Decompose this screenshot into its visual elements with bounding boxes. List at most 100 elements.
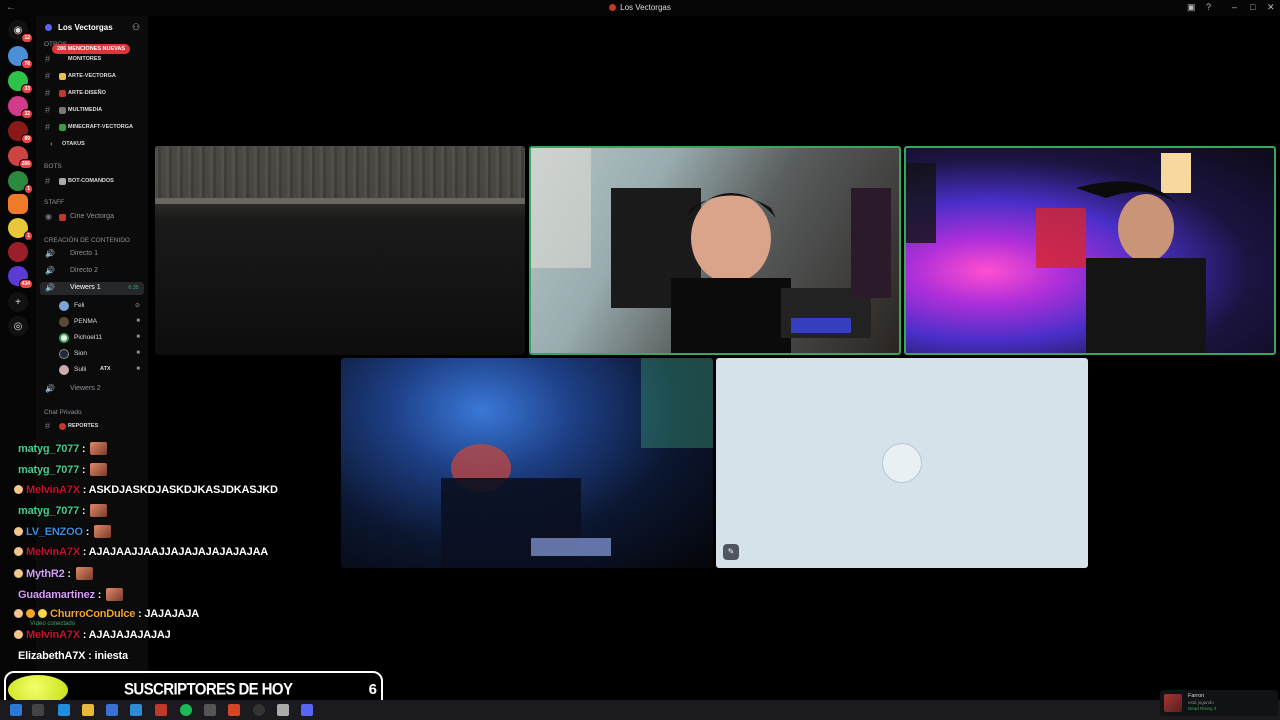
text-channel-icon: # [45, 54, 51, 64]
server-icon[interactable]: 1 [8, 218, 33, 241]
close-icon[interactable]: ✕ [1267, 2, 1275, 13]
store-icon[interactable] [130, 704, 142, 716]
chat-message: MelvinA7X : ASKDJASKDJASKDJKASJDKASJKD [14, 484, 278, 500]
emoji-icon [59, 90, 66, 97]
chat-message: MelvinA7X : AJAJAAJJAAJJAJAJAJAJAJAJAA [14, 546, 268, 562]
video-tile-speaking[interactable] [904, 146, 1276, 355]
voice-user[interactable]: Sulli ATX ■ [56, 363, 144, 377]
badge-icon [14, 485, 23, 494]
add-server-icon[interactable]: + [8, 292, 28, 312]
server-icon[interactable]: 286 [8, 146, 33, 169]
channel-reportes[interactable]: # REPORTES [36, 420, 146, 433]
server-icon[interactable]: 434 [8, 266, 33, 289]
channel-cine-vectorga[interactable]: ◉ Cine Vectorga [36, 211, 146, 224]
chat-message: LV_ENZOO : [14, 525, 112, 541]
chat-text: ASKDJASKDJASKDJKASJDKASJKD [88, 484, 278, 496]
activity-game: Dead Rising 3 [1188, 706, 1217, 711]
unread-badge: 1 [24, 231, 33, 241]
server-icon[interactable]: 78 [8, 46, 33, 69]
speaker-icon: 🔊 [45, 266, 55, 275]
text-channel-icon: # [45, 88, 51, 98]
unread-badge: 78 [21, 59, 33, 69]
activity-user: Farron [1188, 693, 1205, 699]
obs-icon[interactable] [253, 704, 265, 716]
unread-badge: 1 [24, 184, 33, 194]
speaker-icon: 🔊 [45, 384, 55, 393]
channel-bot-comandos[interactable]: # BOT-COMANDOS [36, 175, 146, 188]
server-header[interactable]: Los Vectorgas ⚇ [36, 16, 148, 40]
forum-icon: ◐ [50, 141, 55, 148]
server-icon [45, 24, 52, 31]
server-icon[interactable]: 32 [8, 96, 33, 119]
chat-message: matyg_7077 : [18, 442, 108, 458]
app-icon[interactable] [106, 704, 118, 716]
emoji-icon [59, 124, 66, 131]
category-bots[interactable]: BOTS [44, 163, 62, 170]
server-icon[interactable] [8, 242, 28, 262]
search-icon[interactable] [32, 704, 44, 716]
video-tile[interactable] [155, 146, 525, 355]
discord-icon[interactable] [301, 704, 313, 716]
chat-message: matyg_7077 : [18, 463, 108, 479]
category-chat-privado[interactable]: Chat Privado [44, 409, 82, 416]
video-icon: ■ [136, 366, 140, 372]
video-tile-speaking[interactable] [529, 146, 901, 355]
channel-arte-vectorga[interactable]: # ARTE-VECTORGA [36, 70, 146, 83]
channel-minecraft[interactable]: # MINECRAFT-VECTORGA [36, 121, 146, 134]
voice-user[interactable]: Sion ■ [56, 347, 144, 361]
voice-channel-directo-2[interactable]: 🔊 Directo 2 [36, 265, 146, 278]
voice-channel-viewers-1[interactable]: 🔊 Viewers 1 6:35 [40, 282, 144, 295]
category-staff[interactable]: STAFF [44, 199, 64, 206]
emote-icon [90, 442, 108, 455]
stage-icon: ◉ [45, 212, 52, 221]
direct-messages-icon[interactable]: ◉ 12 [8, 20, 33, 43]
voice-user[interactable]: Feli ⊘ [56, 299, 144, 313]
voice-channel-directo-1[interactable]: 🔊 Directo 1 [36, 248, 146, 261]
channel-arte-diseno[interactable]: # ARTE-DISEÑO [36, 87, 146, 100]
server-icon[interactable] [8, 194, 28, 214]
voice-user[interactable]: PENMA ■ [56, 315, 144, 329]
title-bar: ← Los Vectorgas ▣ ? – □ ✕ [0, 0, 1280, 16]
explore-icon[interactable]: ◎ [8, 316, 28, 336]
emoji-icon [59, 73, 66, 80]
activity-card[interactable]: Farron está jugando Dead Rising 3 [1160, 690, 1278, 716]
chat-text: JAJAJAJA [144, 608, 200, 620]
chat-username: ElizabethA7X [18, 650, 86, 662]
app-icon[interactable] [155, 704, 167, 716]
chat-text: AJAJAAJJAAJJAJAJAJAJAJAJAA [88, 546, 269, 558]
channel-otakus[interactable]: ◐ OTAKUS [36, 138, 146, 151]
avatar [59, 301, 69, 311]
video-tile-camera-off[interactable]: ✎ [716, 358, 1088, 568]
channel-monitores[interactable]: # MONITORES [36, 53, 146, 66]
start-icon[interactable] [10, 704, 22, 716]
maximize-icon[interactable]: □ [1250, 2, 1255, 12]
app-icon[interactable] [277, 704, 289, 716]
voice-user[interactable]: Pichoel11 ■ [56, 331, 144, 345]
inbox-icon[interactable]: ▣ [1187, 2, 1196, 13]
chat-message: MelvinA7X : AJAJAJAJAJAJ [14, 629, 171, 645]
app-icon[interactable] [204, 704, 216, 716]
taskbar [0, 700, 1280, 720]
category-creacion[interactable]: CREACIÓN DE CONTENIDO [44, 237, 130, 244]
video-tile[interactable] [341, 358, 713, 568]
server-icon [609, 4, 617, 11]
invite-people-icon[interactable]: ⚇ [132, 22, 140, 33]
app-icon[interactable] [228, 704, 240, 716]
chat-username: matyg_7077 [18, 443, 79, 455]
badge-icon [14, 569, 23, 578]
folder-icon[interactable] [82, 704, 94, 716]
minimize-icon[interactable]: – [1232, 2, 1237, 12]
server-icon[interactable]: 33 [8, 71, 33, 94]
help-icon[interactable]: ? [1206, 2, 1211, 12]
spotify-icon[interactable] [180, 704, 192, 716]
subscribers-count: 6 [368, 681, 377, 698]
chat-username: matyg_7077 [18, 505, 79, 517]
mic-muted-icon: ✎ [723, 544, 739, 560]
edge-icon[interactable] [58, 704, 70, 716]
server-icon[interactable]: 1 [8, 171, 33, 194]
unread-badge: 32 [21, 109, 33, 119]
avatar [59, 349, 69, 359]
voice-channel-viewers-2[interactable]: 🔊 Viewers 2 [36, 383, 146, 396]
channel-multimedia[interactable]: # MULTIMEDIA [36, 104, 146, 117]
server-icon[interactable]: 89 [8, 121, 33, 144]
